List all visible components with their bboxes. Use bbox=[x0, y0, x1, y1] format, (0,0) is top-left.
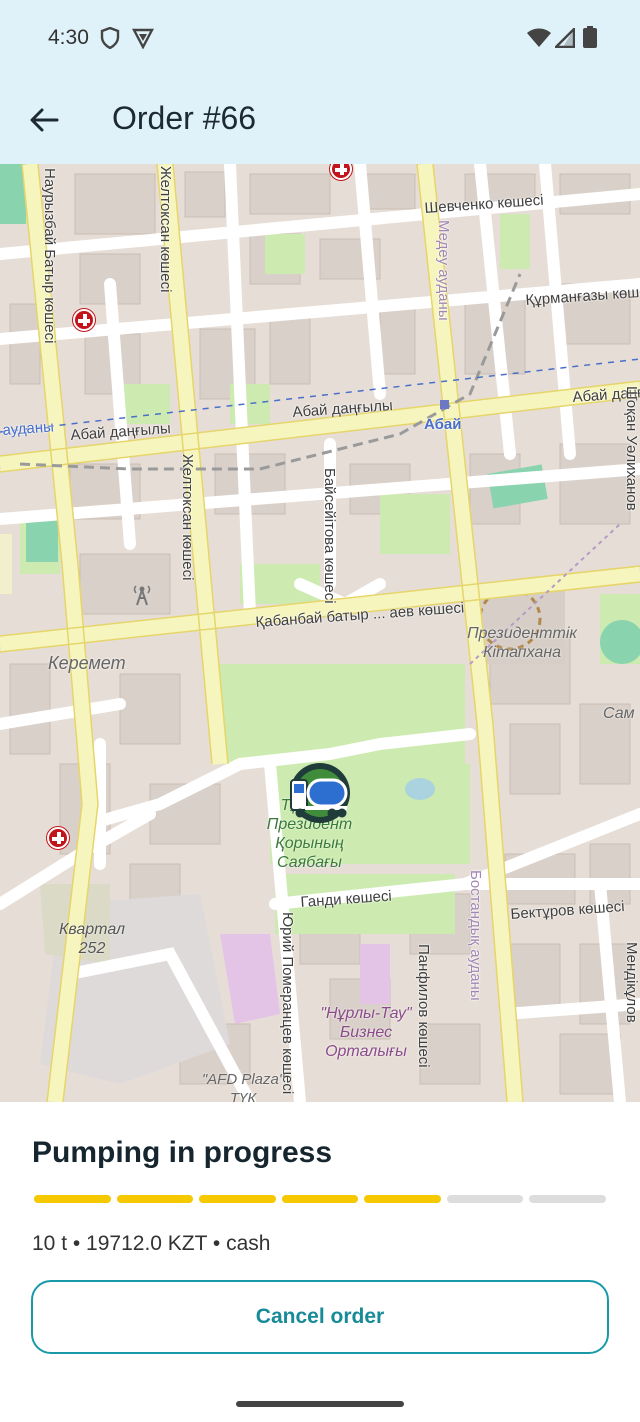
page-title: Order #66 bbox=[112, 100, 257, 136]
radio-tower-icon bbox=[133, 584, 151, 606]
progress-step-complete bbox=[116, 1195, 194, 1203]
place-label: Квартал 252 bbox=[58, 921, 126, 957]
place-label: "Нұрлы-Тау" Бизнес Орталығы bbox=[320, 1005, 412, 1060]
order-status-title: Pumping in progress bbox=[32, 1136, 333, 1169]
street-label: Шоқан Уәлиханов bbox=[623, 386, 640, 511]
status-bar: 4:30 bbox=[0, 0, 640, 78]
order-progress-bar bbox=[34, 1195, 607, 1203]
progress-step-pending bbox=[446, 1195, 524, 1203]
place-label: Сам bbox=[603, 705, 635, 722]
map-view[interactable]: Наурызбай Батыр көшесі Желтоксан көшесі … bbox=[0, 164, 640, 1102]
metro-label: Абай bbox=[424, 416, 462, 433]
place-label: "AFD Plaza" ТҮК bbox=[201, 1071, 285, 1102]
hospital-icon bbox=[73, 309, 95, 331]
district-label: Медеу ауданы bbox=[435, 220, 452, 321]
place-label: Керемет bbox=[48, 653, 126, 673]
order-summary: 10 t • 19712.0 KZT • cash bbox=[32, 1232, 271, 1255]
district-label: Бостандық ауданы bbox=[467, 870, 484, 1001]
street-label: Панфилов көшесі bbox=[415, 944, 432, 1068]
street-label: Байсейітова көшесі bbox=[321, 468, 338, 604]
progress-step-pending bbox=[529, 1195, 607, 1203]
progress-step-complete bbox=[199, 1195, 276, 1203]
status-time: 4:30 bbox=[48, 26, 89, 49]
back-button[interactable] bbox=[20, 96, 68, 144]
battery-icon bbox=[583, 26, 597, 53]
cancel-order-button[interactable]: Cancel order bbox=[31, 1280, 609, 1354]
shield-icon bbox=[100, 26, 120, 54]
street-label: Желтоксан көшесі bbox=[157, 166, 174, 293]
arrow-left-icon bbox=[30, 108, 59, 132]
hospital-icon bbox=[47, 827, 69, 849]
home-indicator[interactable] bbox=[236, 1401, 404, 1407]
street-label: Мендікұлов bbox=[623, 942, 640, 1023]
app-bar: Order #66 bbox=[0, 78, 640, 164]
screen: 4:30 Order #66 Наурызбай Батыр көшесі Же… bbox=[0, 0, 640, 1422]
street-label: ауданы bbox=[2, 418, 55, 439]
street-label: Наурызбай Батыр көшесі bbox=[41, 168, 58, 344]
order-status-sheet: Pumping in progress 10 t • 19712.0 KZT •… bbox=[0, 1102, 640, 1422]
truck-marker-icon[interactable] bbox=[288, 763, 352, 827]
wifi-icon bbox=[527, 28, 551, 53]
street-label: Юрий Померанцев көшесі bbox=[279, 912, 296, 1095]
progress-step-complete bbox=[281, 1195, 359, 1203]
signal-icon bbox=[553, 26, 576, 53]
progress-step-complete bbox=[34, 1195, 111, 1203]
place-label: Президенттік Кітапхана bbox=[467, 625, 577, 661]
street-label: Желтоксан көшесі bbox=[179, 454, 196, 581]
vpn-icon bbox=[132, 27, 154, 54]
progress-step-complete bbox=[364, 1195, 441, 1203]
